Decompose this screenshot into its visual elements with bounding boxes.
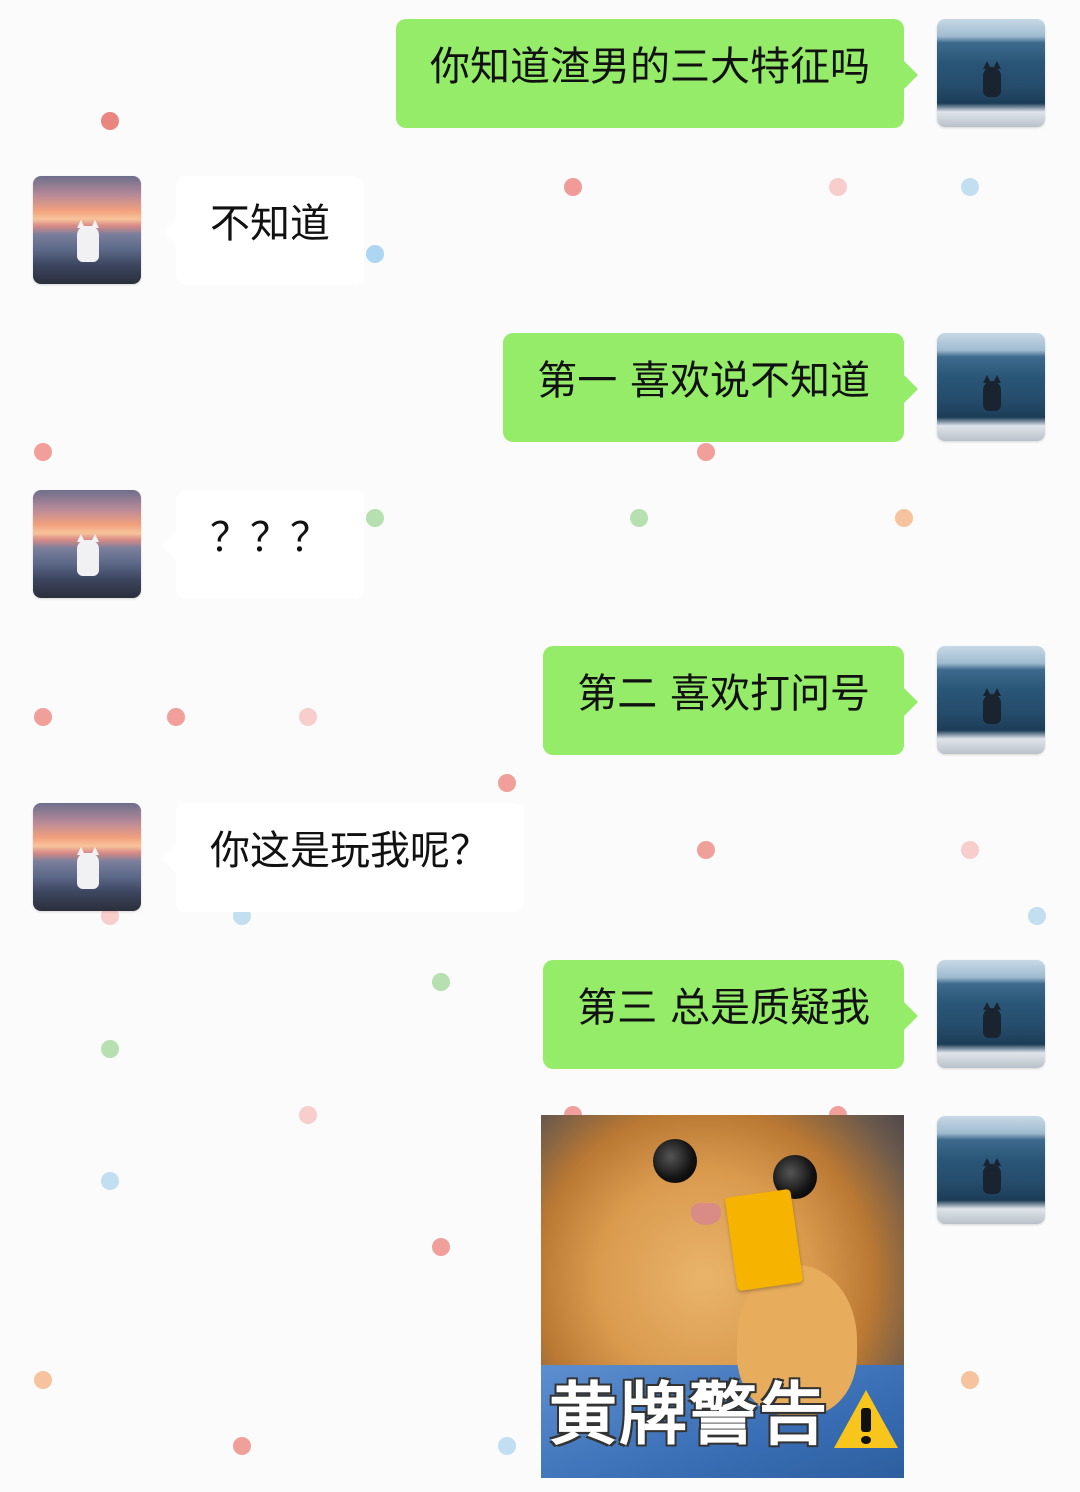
message-text: 第三 总是质疑我 <box>577 985 870 1031</box>
cat-at-sea-avatar[interactable] <box>937 1116 1045 1224</box>
confetti-dot <box>498 1437 516 1455</box>
confetti-dot <box>101 112 119 130</box>
confetti-dot <box>895 509 913 527</box>
cat-silhouette-icon <box>983 61 1001 97</box>
confetti-dot <box>432 973 450 991</box>
warning-icon <box>834 1390 898 1448</box>
message-bubble-outgoing[interactable]: 第三 总是质疑我 <box>543 960 918 1069</box>
cat-at-sunset-avatar[interactable] <box>33 803 141 911</box>
message-bubble-outgoing[interactable]: 第二 喜欢打问号 <box>543 646 918 755</box>
confetti-dot <box>498 774 516 792</box>
cat-nose <box>691 1203 721 1225</box>
cat-silhouette-icon <box>77 534 99 576</box>
cat-at-sea-avatar[interactable] <box>937 960 1045 1068</box>
message-text: 第一 喜欢说不知道 <box>537 358 870 404</box>
confetti-dot <box>961 178 979 196</box>
confetti-dot <box>101 1040 119 1058</box>
warning-icon-bar <box>861 1408 871 1432</box>
cat-silhouette-icon <box>983 375 1001 411</box>
confetti-dot <box>630 509 648 527</box>
cat-silhouette-icon <box>983 1002 1001 1038</box>
cat-eye <box>653 1139 697 1183</box>
message-text: 你知道渣男的三大特征吗 <box>430 44 870 90</box>
cat-at-sunset-avatar[interactable] <box>33 490 141 598</box>
confetti-dot <box>366 245 384 263</box>
cat-silhouette-icon <box>983 688 1001 724</box>
confetti-dot <box>34 443 52 461</box>
confetti-dot <box>961 1371 979 1389</box>
yellow-card-icon <box>724 1188 804 1292</box>
confetti-dot <box>34 1371 52 1389</box>
confetti-dot <box>167 708 185 726</box>
message-text: 不知道 <box>210 201 330 247</box>
confetti-dot <box>961 841 979 859</box>
message-text: 你这是玩我呢？ <box>210 828 490 874</box>
cat-silhouette-icon <box>983 1158 1001 1194</box>
confetti-dot <box>697 443 715 461</box>
cat-silhouette-icon <box>77 220 99 262</box>
confetti-dot <box>34 708 52 726</box>
cat-at-sea-avatar[interactable] <box>937 646 1045 754</box>
sticker-caption: 黄牌警告 <box>549 1376 830 1455</box>
message-bubble-outgoing[interactable]: 第一 喜欢说不知道 <box>503 333 918 442</box>
chat-window: 你知道渣男的三大特征吗 不知道 第一 喜欢说不知道 ？？？ 第二 喜欢打问号 你… <box>0 0 1080 1492</box>
confetti-dot <box>299 1106 317 1124</box>
message-text: ？？？ <box>210 515 330 561</box>
confetti-dot <box>233 1437 251 1455</box>
message-bubble-incoming[interactable]: ？？？ <box>162 490 364 599</box>
cat-at-sea-avatar[interactable] <box>937 333 1045 441</box>
confetti-dot <box>1028 907 1046 925</box>
confetti-dot <box>101 1172 119 1190</box>
message-text: 第二 喜欢打问号 <box>577 671 870 717</box>
cat-silhouette-icon <box>77 847 99 889</box>
message-bubble-incoming[interactable]: 不知道 <box>162 176 364 285</box>
warning-icon-dot <box>861 1436 871 1444</box>
message-bubble-incoming[interactable]: 你这是玩我呢？ <box>162 803 524 912</box>
yellow-card-cat-sticker[interactable]: 黄牌警告 <box>541 1115 904 1478</box>
confetti-dot <box>829 178 847 196</box>
confetti-dot <box>564 178 582 196</box>
confetti-dot <box>432 1238 450 1256</box>
confetti-dot <box>299 708 317 726</box>
message-bubble-outgoing[interactable]: 你知道渣男的三大特征吗 <box>396 19 918 128</box>
cat-at-sunset-avatar[interactable] <box>33 176 141 284</box>
confetti-dot <box>697 841 715 859</box>
confetti-dot <box>366 509 384 527</box>
cat-at-sea-avatar[interactable] <box>937 19 1045 127</box>
